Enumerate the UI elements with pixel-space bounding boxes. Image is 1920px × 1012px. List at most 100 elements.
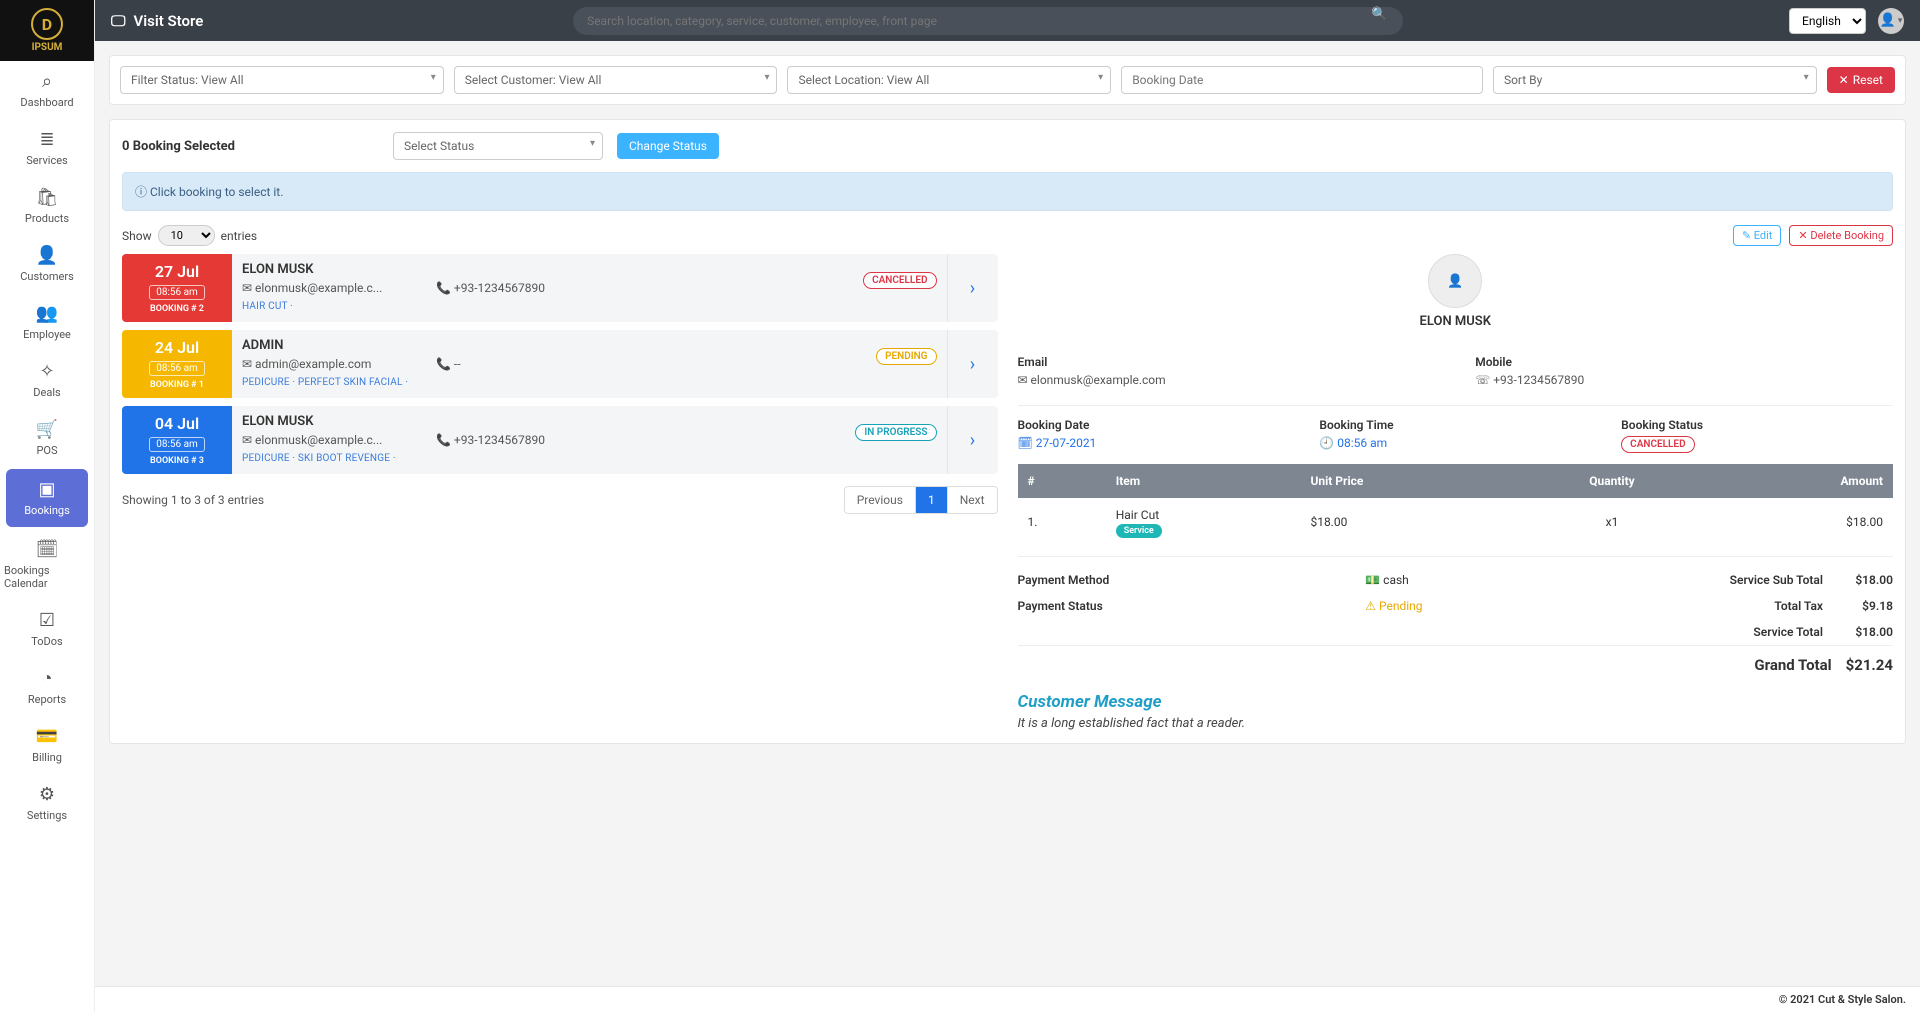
th-amt: Amount bbox=[1709, 464, 1894, 498]
page-content: Filter Status: View All Select Customer:… bbox=[95, 41, 1920, 986]
filter-date-input[interactable] bbox=[1121, 66, 1483, 94]
payment-method-label: Payment Method bbox=[1018, 573, 1366, 587]
booking-number: BOOKING # 3 bbox=[150, 456, 204, 466]
subtotal-value: $18.00 bbox=[1833, 573, 1893, 587]
cell-unit: $18.00 bbox=[1300, 498, 1515, 546]
mobile-text: +93-1234567890 bbox=[1493, 373, 1584, 387]
nav-label: Bookings bbox=[24, 504, 70, 517]
booking-detail-column: ✎ Edit ✕ Delete Booking 👤 ELON MUSK Emai… bbox=[1018, 225, 1894, 731]
mobile-value: ☏ +93-1234567890 bbox=[1475, 373, 1893, 387]
booking-body: ADMIN✉ admin@example.com📞 --PEDICURE · P… bbox=[232, 330, 948, 398]
sidebar: D IPSUM ⌕Dashboard≣Services🛍Products 👤 Cus… bbox=[0, 0, 95, 1012]
page-prev[interactable]: Previous bbox=[845, 487, 915, 513]
payment-method-value: 💵 cash bbox=[1365, 573, 1713, 587]
user-menu[interactable]: 👤▾ bbox=[1878, 8, 1904, 34]
info-alert: ⓘ Click booking to select it. bbox=[122, 172, 1893, 211]
visit-store-link[interactable]: 🖵 Visit Store bbox=[111, 12, 203, 30]
booking-phone: 📞 +93-1234567890 bbox=[436, 281, 545, 295]
bulk-status-select[interactable]: Select Status bbox=[393, 132, 603, 160]
booking-time-label: Booking Time bbox=[1319, 418, 1591, 432]
nav-label: ToDos bbox=[31, 635, 62, 648]
search-wrap: 🔍 bbox=[203, 7, 1789, 35]
list-footer: Showing 1 to 3 of 3 entries Previous 1 N… bbox=[122, 486, 998, 514]
customer-message-body: It is a long established fact that a rea… bbox=[1018, 716, 1894, 731]
nav-bookings[interactable]: ▣Bookings bbox=[6, 469, 88, 527]
global-search-input[interactable] bbox=[573, 7, 1403, 35]
language-select[interactable]: English bbox=[1789, 8, 1866, 34]
nav-employee[interactable]: 👥Employee bbox=[0, 293, 94, 351]
reset-button[interactable]: ✕Reset bbox=[1827, 67, 1895, 93]
email-value: ✉ elonmusk@example.com bbox=[1018, 373, 1436, 387]
booking-card[interactable]: 24 Jul08:56 amBOOKING # 1ADMIN✉ admin@ex… bbox=[122, 330, 998, 398]
nav-icon: 👤 bbox=[36, 245, 58, 266]
nav-deals[interactable]: ✧Deals bbox=[0, 351, 94, 409]
nav-bookings-calendar[interactable]: 🗓Bookings Calendar bbox=[0, 529, 94, 600]
booking-date-block: 27 Jul08:56 amBOOKING # 2 bbox=[122, 254, 232, 322]
nav-dashboard[interactable]: ⌕Dashboard bbox=[0, 61, 94, 119]
th-item: Item bbox=[1106, 464, 1301, 498]
nav-label: Customers bbox=[20, 270, 74, 283]
item-name: Hair Cut bbox=[1116, 508, 1291, 522]
filter-customer-select[interactable]: Select Customer: View All bbox=[454, 66, 778, 94]
nav-label: Reports bbox=[28, 693, 66, 706]
tax-label: Total Tax bbox=[1713, 599, 1833, 613]
logo-icon: D bbox=[31, 8, 63, 40]
grand-total-label: Grand Total bbox=[1754, 656, 1831, 674]
filter-sort-select[interactable]: Sort By bbox=[1493, 66, 1817, 94]
nav-services[interactable]: ≣Services bbox=[0, 119, 94, 177]
main: 🖵 Visit Store 🔍 English 👤▾ Filter Status… bbox=[95, 0, 1920, 1012]
cell-amt: $18.00 bbox=[1709, 498, 1894, 546]
nav-pos[interactable]: 🛒POS bbox=[0, 409, 94, 467]
chevron-right-icon[interactable]: › bbox=[948, 406, 998, 474]
th-num: # bbox=[1018, 464, 1106, 498]
brand-name: IPSUM bbox=[32, 42, 63, 53]
edit-booking-button[interactable]: ✎ Edit bbox=[1733, 225, 1782, 246]
booking-time: 08:56 am bbox=[149, 285, 205, 300]
booking-day: 24 Jul bbox=[155, 338, 199, 357]
nav-todos[interactable]: ☑ToDos bbox=[0, 600, 94, 658]
filter-bar: Filter Status: View All Select Customer:… bbox=[109, 55, 1906, 105]
contact-info: Email ✉ elonmusk@example.com Mobile ☏ +9… bbox=[1018, 355, 1894, 387]
entries-select[interactable]: 10 bbox=[158, 225, 215, 246]
booking-email: ✉ admin@example.com bbox=[242, 357, 412, 371]
nav-label: Employee bbox=[23, 328, 71, 341]
chevron-right-icon[interactable]: › bbox=[948, 330, 998, 398]
nav-icon: ✧ bbox=[39, 361, 54, 382]
nav-settings[interactable]: ⚙Settings bbox=[0, 774, 94, 832]
phone-icon: ☏ bbox=[1475, 373, 1493, 387]
brand-logo: D IPSUM bbox=[0, 0, 94, 61]
booking-status-label: Booking Status bbox=[1621, 418, 1893, 432]
booking-time-value: 🕘 08:56 am bbox=[1319, 436, 1591, 450]
nav-icon: ⌕ bbox=[42, 71, 52, 92]
nav-reports[interactable]: ◔Reports bbox=[0, 658, 94, 716]
booking-card[interactable]: 04 Jul08:56 amBOOKING # 3ELON MUSK✉ elon… bbox=[122, 406, 998, 474]
chevron-right-icon[interactable]: › bbox=[948, 254, 998, 322]
booking-number: BOOKING # 1 bbox=[150, 380, 204, 390]
item-row: 1. Hair Cut Service $18.00 x1 $18.00 bbox=[1018, 498, 1894, 546]
bulk-action-row: 0 Booking Selected Select Status Change … bbox=[122, 132, 1893, 160]
filter-status-select[interactable]: Filter Status: View All bbox=[120, 66, 444, 94]
booking-body: ELON MUSK✉ elonmusk@example.c...📞 +93-12… bbox=[232, 254, 948, 322]
booking-customer-name: ELON MUSK bbox=[242, 414, 937, 429]
reset-label: Reset bbox=[1853, 73, 1883, 87]
delete-booking-button[interactable]: ✕ Delete Booking bbox=[1789, 225, 1893, 246]
nav-label: POS bbox=[36, 444, 57, 457]
nav-icon: ≣ bbox=[39, 129, 54, 150]
filter-location-select[interactable]: Select Location: View All bbox=[787, 66, 1111, 94]
nav-products[interactable]: 🛍Products bbox=[0, 177, 94, 235]
warning-icon: ⚠ bbox=[1365, 599, 1379, 613]
change-status-button[interactable]: Change Status bbox=[617, 133, 719, 159]
booking-status: CANCELLED bbox=[863, 272, 936, 287]
bdate-text: 27-07-2021 bbox=[1036, 436, 1097, 450]
booking-phone: 📞 -- bbox=[436, 357, 461, 371]
page-next[interactable]: Next bbox=[947, 487, 997, 513]
cash-icon: 💵 bbox=[1365, 573, 1383, 587]
nav-billing[interactable]: 💳Billing bbox=[0, 716, 94, 774]
page-1[interactable]: 1 bbox=[915, 487, 947, 513]
selected-count: 0 Booking Selected bbox=[122, 139, 235, 154]
search-icon[interactable]: 🔍 bbox=[1371, 7, 1387, 35]
detail-actions: ✎ Edit ✕ Delete Booking bbox=[1018, 225, 1894, 246]
close-icon: ✕ bbox=[1798, 229, 1810, 242]
nav-customers[interactable]: 👤 Customers bbox=[0, 235, 94, 293]
booking-card[interactable]: 27 Jul08:56 amBOOKING # 2ELON MUSK✉ elon… bbox=[122, 254, 998, 322]
